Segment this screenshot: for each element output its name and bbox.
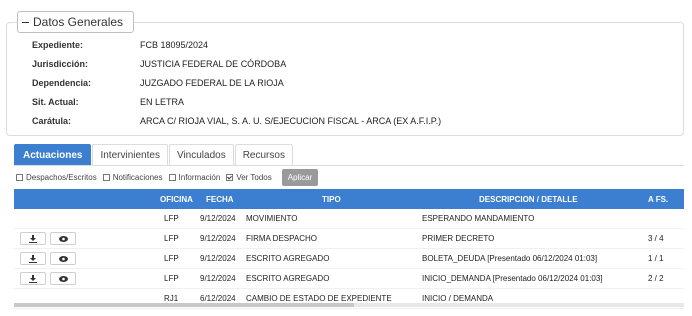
col-descripcion: DESCRIPCION / DETALLE: [479, 194, 578, 204]
checkbox[interactable]: [168, 173, 176, 181]
filter-label: Despachos/Escritos: [26, 172, 97, 182]
cell-tipo: MOVIMIENTO: [246, 214, 298, 223]
eye-icon: [58, 235, 68, 242]
cell-fecha: 9/12/2024: [200, 274, 236, 283]
download-button[interactable]: [20, 232, 46, 245]
cell-fecha: 9/12/2024: [200, 234, 236, 243]
filters-bar: Despachos/Escritos Notificaciones Inform…: [16, 168, 319, 186]
col-afs: A FS.: [648, 194, 669, 204]
cell-oficina: LFP: [164, 234, 179, 243]
panel-title: Datos Generales: [33, 15, 124, 29]
datos-generales-toggle[interactable]: Datos Generales: [17, 11, 135, 33]
minus-icon: [22, 21, 29, 23]
cell-oficina: LFP: [164, 214, 179, 223]
filter-informacion[interactable]: Información: [168, 172, 221, 182]
cell-tipo: ESCRITO AGREGADO: [246, 274, 330, 283]
download-button[interactable]: [20, 252, 46, 265]
field-value: EN LETRA: [140, 97, 185, 107]
field-value: JUZGADO FEDERAL DE LA RIOJA: [140, 78, 284, 88]
field-caratula: Carátula: ARCA C/ RIOJA VIAL, S. A. U. S…: [32, 116, 441, 126]
filter-ver-todos[interactable]: Ver Todos: [226, 172, 272, 182]
field-label: Carátula:: [32, 116, 72, 126]
col-fecha: FECHA: [206, 194, 234, 204]
field-label: Dependencia:: [32, 78, 92, 88]
cell-afs: 1 / 1: [648, 254, 664, 263]
field-expediente: Expediente: FCB 18095/2024: [32, 40, 208, 50]
cell-fecha: 9/12/2024: [200, 214, 236, 223]
tab-recursos[interactable]: Recursos: [234, 144, 293, 165]
tabs-divider: [14, 165, 684, 166]
filter-label: Notificaciones: [112, 172, 163, 182]
field-label: Sit. Actual:: [32, 97, 79, 107]
download-button[interactable]: [20, 272, 46, 285]
checkbox[interactable]: [102, 173, 110, 181]
cell-afs: 2 / 2: [648, 274, 664, 283]
view-button[interactable]: [50, 252, 76, 265]
field-value: FCB 18095/2024: [140, 40, 209, 50]
cell-descripcion: ESPERANDO MANDAMIENTO: [422, 214, 535, 223]
field-jurisdiccion: Jurisdicción: JUSTICIA FEDERAL DE CÓRDOB…: [32, 59, 286, 69]
field-label: Expediente:: [32, 40, 84, 50]
filter-label: Información: [178, 172, 221, 182]
cell-oficina: LFP: [164, 254, 179, 263]
field-value: ARCA C/ RIOJA VIAL, S. A. U. S/EJECUCION…: [140, 116, 442, 126]
filter-despachos[interactable]: Despachos/Escritos: [16, 173, 97, 182]
table-header: OFICINA FECHA TIPO DESCRIPCION / DETALLE…: [14, 189, 684, 209]
field-label: Jurisdicción:: [32, 59, 89, 69]
tab-vinculados[interactable]: Vinculados: [168, 144, 234, 165]
col-oficina: OFICINA: [160, 194, 193, 204]
field-value: JUSTICIA FEDERAL DE CÓRDOBA: [140, 59, 287, 69]
tabs-bar: Actuaciones Intervinientes Vinculados Re…: [14, 144, 294, 165]
download-icon: [29, 274, 37, 283]
view-button[interactable]: [50, 232, 76, 245]
tab-intervinientes[interactable]: Intervinientes: [92, 144, 168, 165]
download-icon: [29, 234, 37, 243]
cell-descripcion: INICIO_DEMANDA [Presentado 06/12/2024 01…: [422, 274, 603, 283]
col-tipo: TIPO: [322, 194, 341, 204]
cell-fecha: 9/12/2024: [200, 254, 236, 263]
cell-descripcion: PRIMER DECRETO: [422, 234, 495, 243]
field-dependencia: Dependencia: JUZGADO FEDERAL DE LA RIOJA: [32, 78, 284, 88]
cell-tipo: FIRMA DESPACHO: [246, 234, 317, 243]
scrollbar-thumb[interactable]: [14, 303, 354, 307]
cell-descripcion: BOLETA_DEUDA [Presentado 06/12/2024 01:0…: [422, 254, 598, 263]
apply-button[interactable]: Aplicar: [281, 168, 319, 186]
table-row: LFP 9/12/2024 ESCRITO AGREGADO BOLETA_DE…: [14, 249, 684, 269]
tab-actuaciones[interactable]: Actuaciones: [14, 144, 92, 165]
cell-tipo: ESCRITO AGREGADO: [246, 254, 330, 263]
cell-oficina: LFP: [164, 274, 179, 283]
cell-afs: 3 / 4: [648, 234, 664, 243]
eye-icon: [58, 275, 68, 282]
eye-icon: [58, 255, 68, 262]
view-button[interactable]: [50, 272, 76, 285]
filter-notificaciones[interactable]: Notificaciones: [102, 172, 163, 182]
table-row: LFP 9/12/2024 ESCRITO AGREGADO INICIO_DE…: [14, 269, 684, 289]
checkbox-checked[interactable]: [226, 173, 234, 181]
table-row: LFP 9/12/2024 MOVIMIENTO ESPERANDO MANDA…: [14, 209, 684, 229]
table-row: LFP 9/12/2024 FIRMA DESPACHO PRIMER DECR…: [14, 229, 684, 249]
horizontal-scrollbar[interactable]: [14, 303, 684, 307]
checkbox[interactable]: [16, 173, 23, 181]
filter-label: Ver Todos: [236, 172, 272, 182]
field-sit-actual: Sit. Actual: EN LETRA: [32, 97, 184, 107]
download-icon: [29, 254, 37, 263]
actuaciones-table: OFICINA FECHA TIPO DESCRIPCION / DETALLE…: [14, 189, 684, 309]
